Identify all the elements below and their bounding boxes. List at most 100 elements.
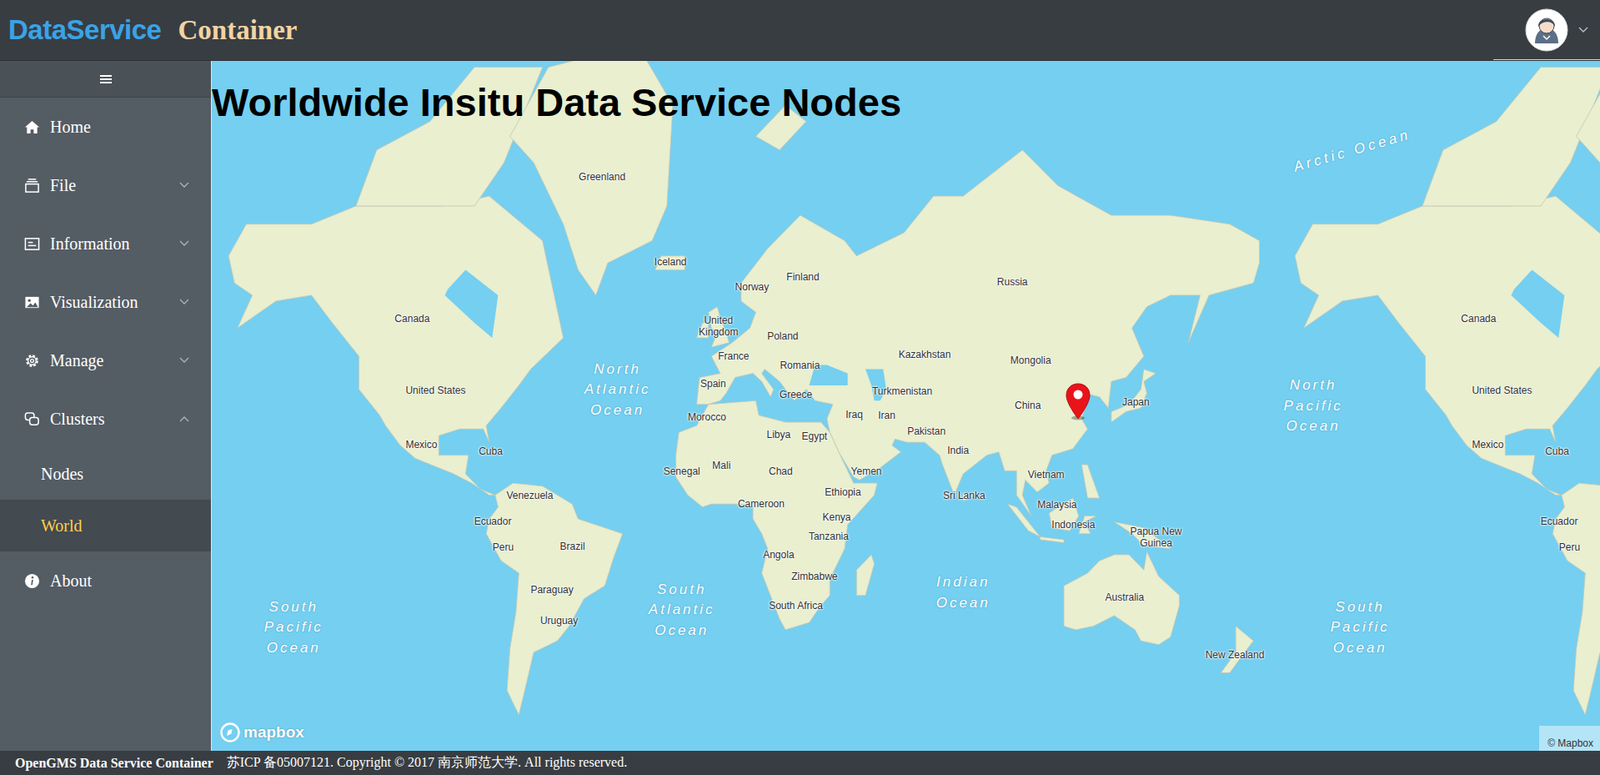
avatar-icon[interactable]	[1524, 8, 1569, 52]
sidebar-item[interactable]: Home	[0, 97, 211, 156]
land-shape	[1081, 464, 1099, 498]
country-label: Pakistan	[907, 426, 946, 438]
page-title: Worldwide Insitu Data Service Nodes	[211, 79, 902, 126]
country-label: Iraq	[845, 409, 863, 422]
country-label: Senegal	[663, 466, 701, 478]
sidebar-item[interactable]: Visualization	[0, 272, 211, 332]
country-label: Poland	[767, 331, 798, 343]
ocean-label: North Pacific Ocean	[1284, 375, 1344, 437]
country-label: Russia	[997, 276, 1029, 289]
home-icon	[24, 119, 41, 136]
sidebar-item[interactable]: Manage	[0, 331, 211, 390]
land-shape	[655, 255, 686, 271]
land-shape	[1422, 67, 1600, 206]
chat-bubbles-icon	[24, 411, 41, 427]
ocean-label: South Pacific Ocean	[1330, 596, 1390, 659]
chevron-down-icon	[179, 298, 190, 306]
country-label: France	[717, 351, 749, 363]
gear-icon	[24, 352, 41, 369]
country-label: Romania	[779, 360, 820, 372]
sidebar-item-label: Manage	[50, 351, 180, 371]
country-label: Malaysia	[1037, 499, 1077, 512]
country-label: Iran	[877, 410, 896, 422]
land-shape	[856, 554, 874, 596]
country-label: Yemen	[851, 466, 883, 478]
sidebar-subitem-label: Nodes	[40, 464, 84, 484]
land-shape	[1220, 626, 1254, 673]
country-label: Indonesia	[1051, 519, 1095, 532]
menu-icon[interactable]	[100, 74, 112, 85]
sidebar-item-label: Visualization	[50, 292, 180, 312]
country-label: Tanzania	[808, 531, 849, 543]
collapse-toggle[interactable]	[0, 60, 211, 98]
sidebar-item-label: About	[50, 571, 190, 591]
world-map[interactable]: GreenlandIcelandNorwayFinlandUnited King…	[211, 60, 1600, 751]
country-label: Cameroon	[737, 498, 785, 511]
country-label: United Kingdom	[685, 315, 753, 339]
country-label: Paraguay	[530, 584, 573, 597]
country-label: Ecuador	[474, 516, 512, 528]
top-bar: DataService Container	[0, 0, 1600, 61]
ocean-label: South Atlantic Ocean	[648, 579, 716, 642]
country-label: India	[947, 445, 969, 457]
country-label: Mexico	[405, 439, 437, 452]
country-label: Angola	[762, 549, 794, 562]
country-label: Australia	[1105, 591, 1145, 604]
country-label: Finland	[786, 271, 819, 284]
basemap	[211, 60, 1600, 751]
chevron-down-icon[interactable]	[1578, 26, 1589, 34]
country-label: Peru	[492, 541, 514, 554]
document-card-icon	[24, 235, 41, 252]
sidebar-subitem[interactable]: World	[0, 499, 211, 552]
logo-primary: DataService	[8, 14, 161, 46]
mapbox-logo-text: mapbox	[243, 722, 305, 742]
country-label: Peru	[1559, 541, 1580, 554]
info-icon	[24, 572, 41, 589]
country-label: Cuba	[1544, 446, 1570, 458]
water-shape	[865, 369, 887, 402]
land-shape	[1294, 195, 1600, 495]
country-label: Mongolia	[1010, 355, 1052, 367]
water-shape	[809, 365, 848, 387]
country-label: New Zealand	[1205, 649, 1265, 662]
sidebar-item[interactable]: Clusters	[0, 389, 211, 448]
country-label: Papua New Guinea	[1123, 526, 1190, 550]
land-shape	[1552, 482, 1600, 715]
app-shell: DataService Container Home File Informat…	[0, 0, 1600, 775]
land-shape	[1113, 521, 1171, 549]
ocean-label: North Atlantic Ocean	[584, 359, 652, 422]
country-label: Japan	[1122, 397, 1150, 410]
land-shape	[1040, 536, 1064, 542]
country-label: China	[1014, 400, 1041, 412]
country-label: Venezuela	[506, 490, 553, 502]
country-label: Ethiopia	[824, 486, 861, 499]
country-label: Ecuador	[1540, 516, 1579, 528]
country-label: Greenland	[578, 171, 626, 184]
sidebar-item[interactable]: Information	[0, 214, 211, 273]
land-shape	[1048, 497, 1079, 531]
sidebar-subitem[interactable]: Nodes	[0, 447, 211, 500]
land-shape	[228, 195, 563, 495]
logo-secondary: Container	[177, 15, 297, 46]
land-shape	[697, 322, 709, 338]
land-shape	[486, 482, 623, 715]
logo[interactable]: DataService Container	[8, 14, 297, 46]
sidebar-item[interactable]: File	[0, 155, 211, 215]
mapbox-logo[interactable]: mapbox	[220, 722, 305, 743]
map-pin-icon[interactable]	[1063, 381, 1093, 421]
sidebar-item[interactable]: About	[0, 551, 211, 610]
user-menu[interactable]	[1493, 0, 1600, 61]
country-label: United States	[1471, 385, 1532, 397]
country-label: South Africa	[768, 600, 823, 612]
country-label: United States	[405, 385, 466, 397]
footer-name: OpenGMS Data Service Container	[15, 755, 214, 771]
country-label: Morocco	[687, 411, 727, 424]
map-attribution[interactable]: © Mapbox	[1539, 725, 1600, 751]
image-icon	[24, 294, 41, 311]
ocean-label: Arctic Ocean	[1291, 126, 1413, 176]
country-label: Iceland	[654, 256, 688, 269]
land-shape	[1008, 503, 1041, 537]
sidebar-item-label: Clusters	[50, 409, 180, 429]
sidebar-item-label: Home	[50, 117, 190, 137]
footer: OpenGMS Data Service Container 苏ICP 备050…	[0, 750, 1600, 775]
